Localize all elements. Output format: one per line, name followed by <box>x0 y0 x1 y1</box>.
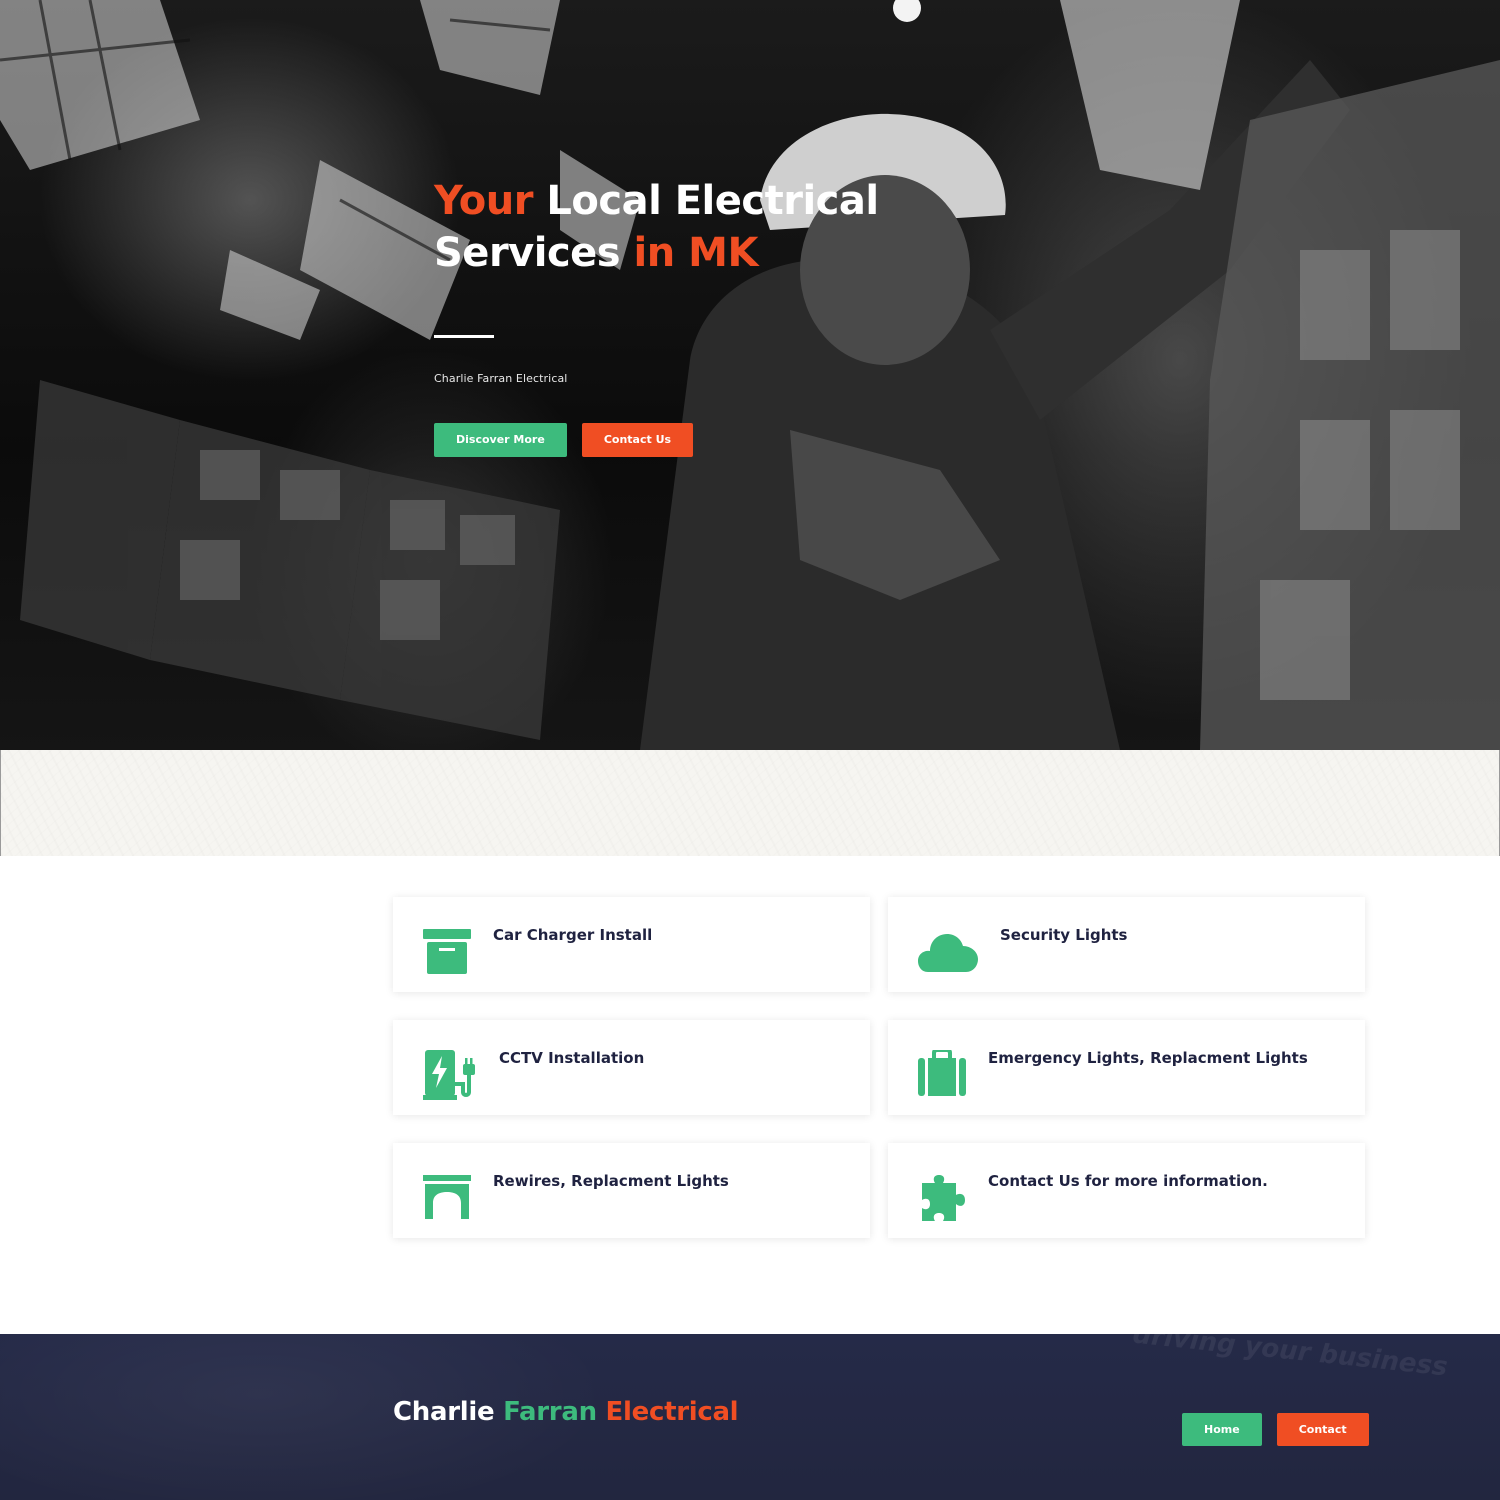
service-label: CCTV Installation <box>499 1049 645 1067</box>
hero-title: Your Local Electrical Services in MK <box>434 175 994 279</box>
footer-contact-button[interactable]: Contact <box>1276 1413 1369 1446</box>
service-label: Security Lights <box>1000 926 1128 944</box>
archive-box-icon <box>423 929 471 974</box>
service-card-contact[interactable]: Contact Us for more information. <box>888 1143 1365 1238</box>
service-card-rewires[interactable]: Rewires, Replacment Lights <box>393 1143 870 1238</box>
hero-section: Your Local Electrical Services in MK Cha… <box>0 0 1500 750</box>
texture-divider <box>0 750 1500 856</box>
hero-title-part-3: Services <box>434 230 621 276</box>
service-card-emergency-lights[interactable]: Emergency Lights, Replacment Lights <box>888 1020 1365 1115</box>
hero-content: Your Local Electrical Services in MK Cha… <box>434 175 994 457</box>
footer-brand-part-1: Charlie <box>393 1397 495 1427</box>
contact-us-button[interactable]: Contact Us <box>581 423 694 457</box>
ev-charger-icon <box>423 1050 479 1100</box>
cloud-icon <box>918 930 978 972</box>
footer-brand-part-2: Farran <box>503 1397 597 1427</box>
footer-home-button[interactable]: Home <box>1182 1413 1262 1446</box>
hero-title-accent-1: Your <box>434 178 533 224</box>
footer-brand: Charlie Farran Electrical <box>393 1397 739 1427</box>
service-card-car-charger[interactable]: Car Charger Install <box>393 897 870 992</box>
footer-brand-part-3: Electrical <box>605 1397 739 1427</box>
archway-icon <box>423 1175 471 1219</box>
hero-divider <box>434 335 494 338</box>
hero-buttons: Discover More Contact Us <box>434 423 994 457</box>
hero-title-accent-2: in MK <box>633 230 759 276</box>
service-label: Emergency Lights, Replacment Lights <box>988 1049 1308 1067</box>
service-label: Contact Us for more information. <box>988 1172 1268 1190</box>
footer-nav: Home Contact <box>1182 1413 1369 1446</box>
discover-more-button[interactable]: Discover More <box>434 423 567 457</box>
service-card-security-lights[interactable]: Security Lights <box>888 897 1365 992</box>
service-label: Rewires, Replacment Lights <box>493 1172 729 1190</box>
service-card-cctv[interactable]: CCTV Installation <box>393 1020 870 1115</box>
puzzle-piece-icon <box>918 1173 968 1223</box>
hero-title-part-2: Local Electrical <box>546 178 879 224</box>
hero-subtitle: Charlie Farran Electrical <box>434 372 568 385</box>
suitcase-icon <box>918 1050 966 1096</box>
service-label: Car Charger Install <box>493 926 653 944</box>
